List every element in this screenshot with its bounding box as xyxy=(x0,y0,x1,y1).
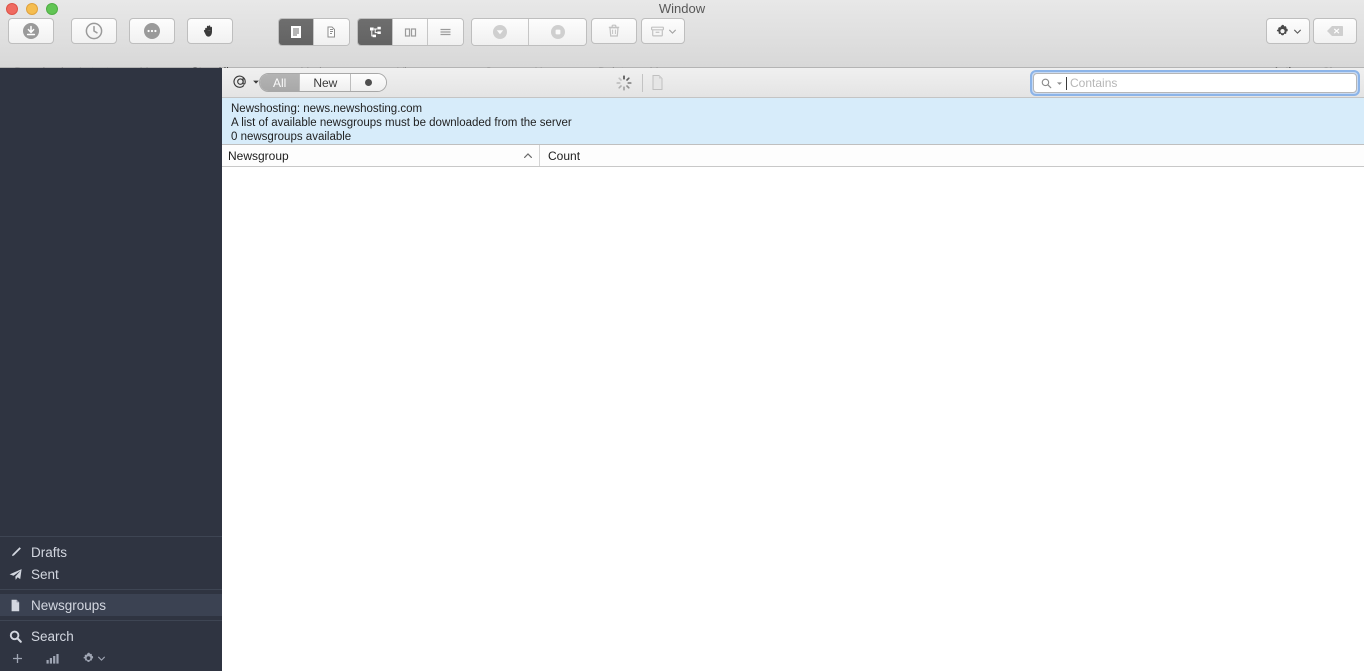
toolbar-button-clear[interactable]: Clear xyxy=(1313,18,1357,78)
sidebar-group-newsgroups: Newsgroups xyxy=(0,590,222,620)
sidebar-item-drafts[interactable]: Drafts xyxy=(0,541,222,563)
at-sign-icon xyxy=(233,75,246,88)
filter-segment-dot[interactable] xyxy=(351,74,387,91)
toolbar-button-action[interactable]: Action xyxy=(1266,18,1310,78)
stop-hand-icon xyxy=(187,18,233,44)
pages-copy-icon xyxy=(327,26,335,37)
search-magnifier-icon xyxy=(1041,78,1052,88)
banner-line-count: 0 newsgroups available xyxy=(231,131,352,143)
view-segment-list[interactable] xyxy=(428,19,463,45)
sidebar-item-search[interactable]: Search xyxy=(0,625,222,647)
toolbar-button-more[interactable]: More xyxy=(129,18,175,78)
view-segmented-control[interactable] xyxy=(357,18,464,46)
plus-icon xyxy=(13,653,22,663)
clear-backspace-icon xyxy=(1313,18,1357,44)
column-header-count[interactable]: Count xyxy=(540,145,1364,166)
document-icon xyxy=(11,599,20,611)
column-header-newsgroup[interactable]: Newsgroup xyxy=(222,145,540,166)
view-segment-hierarchy[interactable] xyxy=(358,19,393,45)
chevron-down-icon xyxy=(1057,81,1062,85)
mode-segment-article[interactable] xyxy=(279,19,314,45)
view-segment-columns[interactable] xyxy=(393,19,428,45)
sidebar-label-drafts: Drafts xyxy=(31,544,68,560)
document-icon[interactable] xyxy=(650,74,665,96)
filter-divider xyxy=(642,74,643,92)
sidebar-group-mail: Drafts Sent xyxy=(0,537,222,589)
action-button-inner xyxy=(1266,18,1310,44)
statistics-button[interactable] xyxy=(45,651,61,666)
toolbar-group-mode: Mode xyxy=(278,18,350,78)
sort-ascending-icon xyxy=(524,153,532,158)
sidebar-item-newsgroups[interactable]: Newsgroups xyxy=(0,594,222,616)
article-view-icon xyxy=(290,25,301,38)
hierarchy-tree-icon xyxy=(369,26,381,37)
signal-bars-icon xyxy=(46,653,59,664)
sidebar-label-sent: Sent xyxy=(31,566,59,582)
toolbar-button-stop-all[interactable]: Stop All xyxy=(187,18,233,78)
list-lines-icon xyxy=(440,28,451,35)
gear-icon xyxy=(1276,24,1288,35)
chevron-down-icon xyxy=(98,656,105,661)
ellipsis-circle-icon xyxy=(129,18,175,44)
unqueue-square-circle-icon xyxy=(550,25,565,39)
move-button-inner xyxy=(641,18,685,44)
toolbar-button-download[interactable]: Download xyxy=(8,18,63,78)
sidebar-label-newsgroups: Newsgroups xyxy=(31,597,107,613)
mode-segmented-control[interactable] xyxy=(278,18,350,46)
search-field-wrapper: Contains xyxy=(1030,70,1360,96)
queue-segmented-control[interactable] xyxy=(471,18,587,46)
search-placeholder: Contains xyxy=(1070,76,1118,90)
loading-spinner-icon xyxy=(615,74,633,92)
sidebar-item-sent[interactable]: Sent xyxy=(0,563,222,585)
trash-icon xyxy=(591,18,637,44)
table-header: Newsgroup Count xyxy=(222,145,1364,167)
pencil-icon xyxy=(12,546,21,556)
newsgroup-list[interactable] xyxy=(222,167,1364,671)
window-titlebar: Window Download Latest xyxy=(0,0,1364,78)
banner-line-server: Newshosting: news.newshosting.com xyxy=(231,103,423,115)
account-filter-menu[interactable] xyxy=(231,72,260,91)
banner-line-message: A list of available newsgroups must be d… xyxy=(231,117,572,129)
toolbar-group-view: View xyxy=(357,18,464,78)
toolbar-group-queue: Queue Unqueue xyxy=(471,18,587,78)
archive-box-icon xyxy=(650,26,665,36)
queue-chevron-circle-icon xyxy=(493,25,507,39)
column-label-count: Count xyxy=(548,148,581,163)
sidebar-label-search: Search xyxy=(31,628,74,644)
filter-segmented-control[interactable]: All New xyxy=(259,73,388,92)
search-input[interactable]: Contains xyxy=(1033,73,1357,93)
two-column-icon xyxy=(404,27,416,37)
download-circle-icon xyxy=(8,18,54,44)
unqueue-button[interactable] xyxy=(529,19,586,45)
add-button[interactable] xyxy=(10,651,25,666)
chevron-down-icon xyxy=(1294,29,1301,34)
sidebar-empty-space xyxy=(0,68,222,536)
chevron-down-icon xyxy=(669,29,676,34)
filter-segment-all[interactable]: All xyxy=(260,74,301,91)
dot-icon xyxy=(365,79,373,86)
mode-segment-pages[interactable] xyxy=(314,19,349,45)
sidebar: Drafts Sent Newsgroups Search xyxy=(0,68,222,671)
toolbar-button-delete[interactable]: Delete xyxy=(591,18,637,78)
toolbar-button-latest[interactable]: Latest xyxy=(71,18,117,78)
toolbar-button-move[interactable]: Move xyxy=(641,18,685,78)
clock-icon xyxy=(71,18,117,44)
status-banner: Newshosting: news.newshosting.com A list… xyxy=(222,98,1364,145)
gear-icon xyxy=(83,652,94,662)
sidebar-footer xyxy=(0,645,222,671)
text-cursor xyxy=(1066,76,1067,90)
queue-button[interactable] xyxy=(472,19,529,45)
settings-button[interactable] xyxy=(81,651,106,666)
window-title: Window xyxy=(658,1,706,16)
filter-segment-new[interactable]: New xyxy=(300,74,352,91)
app-window: Window Download Latest xyxy=(0,0,1364,671)
column-label-newsgroup: Newsgroup xyxy=(228,148,289,163)
paper-plane-icon xyxy=(9,568,22,580)
search-magnifier-icon xyxy=(9,630,22,643)
filter-toolbar: All New Contains xyxy=(222,68,1364,98)
